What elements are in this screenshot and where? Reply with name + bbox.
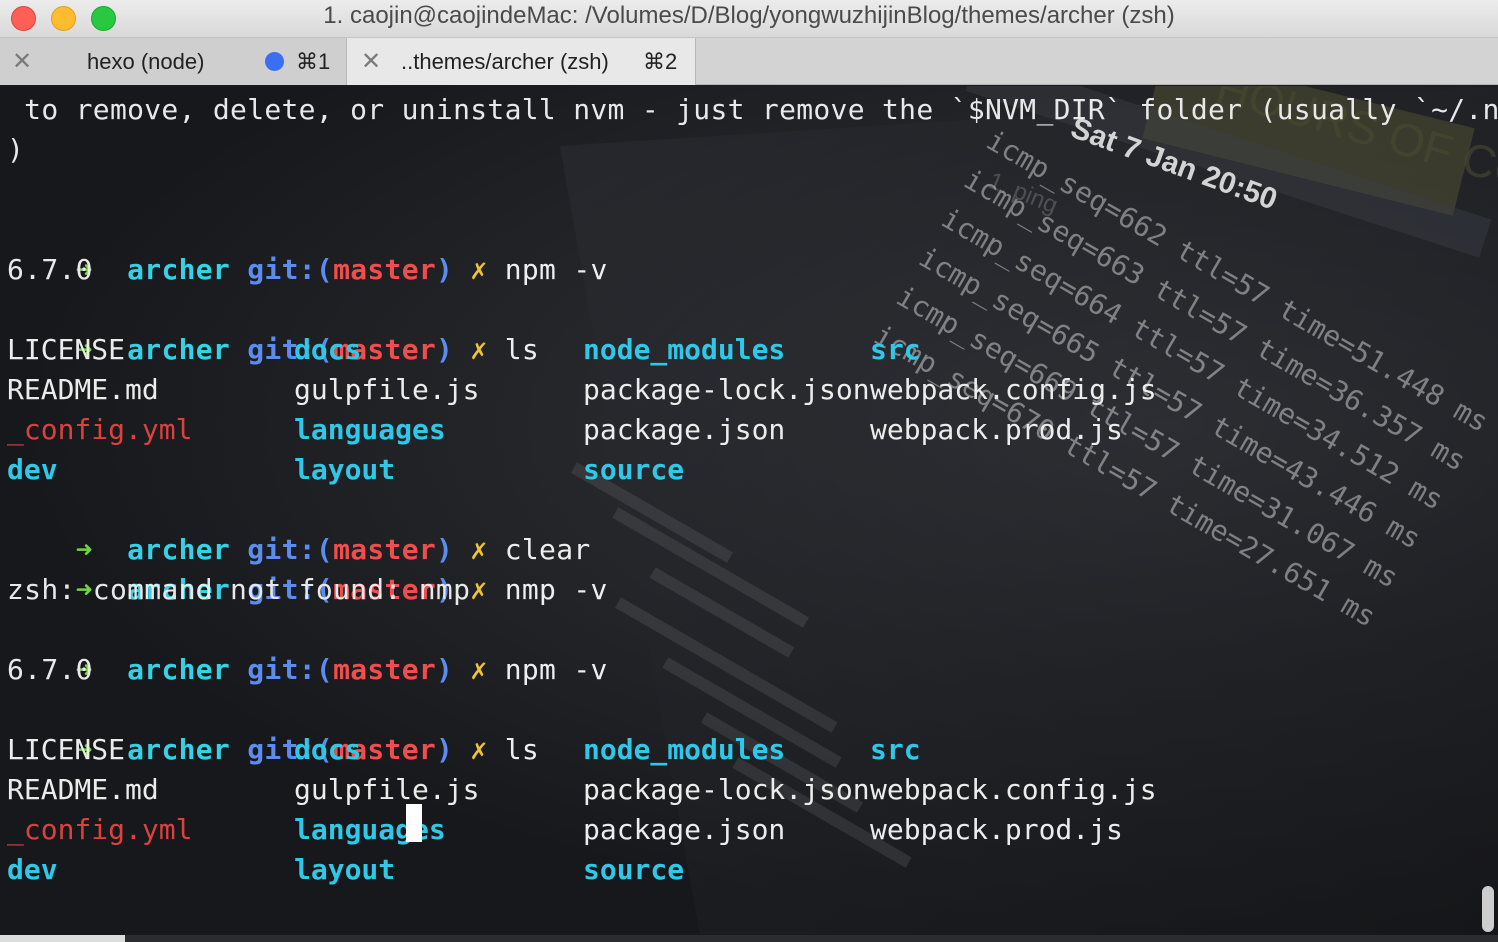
- dirty-icon: ✗: [470, 733, 488, 766]
- file-entry: _config.yml: [7, 813, 193, 846]
- tab-close-icon[interactable]: ✕: [361, 47, 381, 76]
- output-line: 6.7.0: [7, 653, 93, 686]
- output-line: to remove, delete, or uninstall nvm - ju…: [7, 93, 1498, 126]
- prompt-line: ➜ archer git:(master) ✗ npm -v: [7, 210, 608, 286]
- tab-shortcut: ⌘2: [643, 49, 678, 74]
- prompt-line: ➜ archer git:(master) ✗ npm -v: [7, 610, 608, 686]
- file-entry: package-lock.json: [583, 773, 870, 806]
- scrollbar-thumb[interactable]: [1482, 886, 1494, 932]
- prompt-dir: archer: [127, 333, 231, 366]
- file-entry: webpack.prod.js: [870, 813, 1123, 846]
- file-entry: webpack.config.js: [870, 373, 1157, 406]
- folder-entry: languages: [294, 413, 446, 446]
- prompt-branch: master: [333, 253, 437, 286]
- file-entry: gulpfile.js: [294, 373, 480, 406]
- prompt-branch: master: [333, 653, 437, 686]
- error-line: zsh: command not found: nmp: [7, 573, 471, 606]
- file-entry: README.md: [7, 773, 159, 806]
- folder-entry: layout: [294, 453, 396, 486]
- tab-archer[interactable]: ✕ ..themes/archer (zsh) ⌘2: [347, 38, 696, 85]
- tab-bar: ✕ hexo (node) ⌘1 ✕ ..themes/archer (zsh)…: [0, 38, 1498, 85]
- output-line: ): [7, 133, 25, 166]
- folder-entry: languages: [294, 813, 446, 846]
- folder-entry: node_modules: [583, 333, 786, 366]
- prompt-paren-open: (: [315, 653, 334, 686]
- window-bottom-edge: [0, 935, 1498, 942]
- file-entry: gulpfile.js: [294, 773, 480, 806]
- prompt-paren-close: ): [436, 253, 454, 286]
- folder-entry: docs: [294, 333, 362, 366]
- prompt-line: ➜ archer git:(master) ✗: [7, 890, 488, 935]
- tab-label: hexo (node): [87, 49, 205, 74]
- window-bottom-edge-left: [0, 935, 125, 942]
- file-entry: LICENSE: [7, 733, 126, 766]
- title-bar: 1. caojin@caojindeMac: /Volumes/D/Blog/y…: [0, 0, 1498, 38]
- window-title: 1. caojin@caojindeMac: /Volumes/D/Blog/y…: [323, 2, 1175, 29]
- folder-entry: src: [870, 733, 921, 766]
- prompt-dir: archer: [127, 653, 231, 686]
- prompt-dir: archer: [127, 253, 231, 286]
- file-entry: package-lock.json: [583, 373, 870, 406]
- output-line: 6.7.0: [7, 253, 93, 286]
- prompt-line: ➜ archer git:(master) ✗ ls: [7, 690, 539, 766]
- file-entry: _config.yml: [7, 413, 193, 446]
- command-text: ls: [504, 333, 540, 366]
- prompt-line: ➜ archer git:(master) ✗ clear: [7, 490, 591, 566]
- file-entry: LICENSE: [7, 333, 126, 366]
- prompt-paren-close: ): [436, 333, 454, 366]
- activity-dot-icon: [265, 52, 284, 71]
- terminal-output[interactable]: HOURS OF CODE Sat 7 Jan 20:50 1. ping ic…: [0, 86, 1498, 935]
- prompt-paren-close: ): [436, 733, 454, 766]
- folder-entry: node_modules: [583, 733, 786, 766]
- folder-entry: dev: [7, 453, 58, 486]
- tab-close-icon[interactable]: ✕: [12, 47, 32, 76]
- command-text: ls: [504, 733, 540, 766]
- dirty-icon: ✗: [470, 573, 488, 606]
- command-text: nmp -v: [504, 573, 608, 606]
- file-entry: package.json: [583, 413, 786, 446]
- dirty-icon: ✗: [470, 653, 488, 686]
- folder-entry: docs: [294, 733, 362, 766]
- folder-entry: dev: [7, 853, 58, 886]
- prompt-paren-close: ): [436, 653, 454, 686]
- dirty-icon: ✗: [470, 333, 488, 366]
- tab-shortcut: ⌘1: [296, 49, 331, 74]
- tab-label: ..themes/archer (zsh): [401, 49, 609, 74]
- prompt-dir: archer: [127, 733, 231, 766]
- folder-entry: source: [583, 453, 685, 486]
- command-text: npm -v: [504, 653, 608, 686]
- prompt-line: ➜ archer git:(master) ✗ ls: [7, 290, 539, 366]
- folder-entry: layout: [294, 853, 396, 886]
- prompt-line: ➜ archer git:(master) ✗ nmp -v: [7, 530, 608, 606]
- file-entry: webpack.prod.js: [870, 413, 1123, 446]
- prompt-paren-open: (: [315, 253, 334, 286]
- file-entry: package.json: [583, 813, 786, 846]
- tab-hexo[interactable]: ✕ hexo (node) ⌘1: [0, 38, 347, 85]
- dirty-icon: ✗: [470, 253, 488, 286]
- command-text: npm -v: [504, 253, 608, 286]
- prompt-git: git:: [247, 653, 316, 686]
- folder-entry: source: [583, 853, 685, 886]
- file-entry: webpack.config.js: [870, 773, 1157, 806]
- file-entry: README.md: [7, 373, 159, 406]
- text-cursor[interactable]: [406, 804, 422, 842]
- prompt-git: git:: [247, 253, 316, 286]
- folder-entry: src: [870, 333, 921, 366]
